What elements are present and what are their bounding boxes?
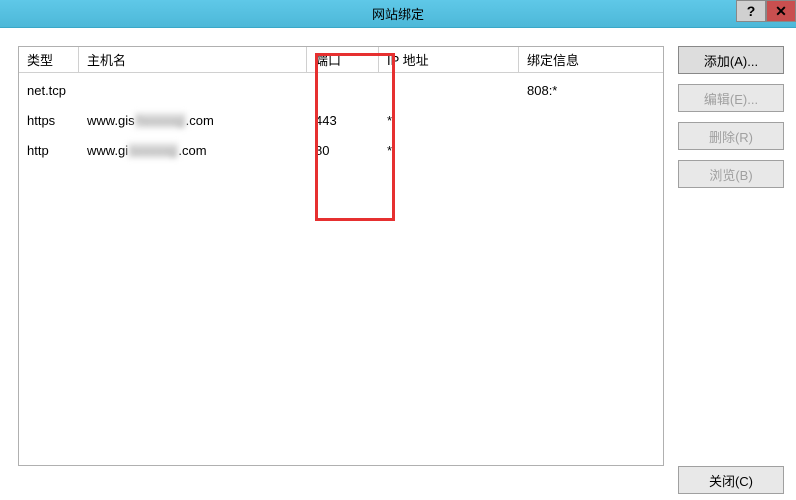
col-header-ip[interactable]: IP 地址: [379, 47, 519, 72]
titlebar: 网站绑定 ? ✕: [0, 0, 796, 28]
table-header: 类型 主机名 端口 IP 地址 绑定信息: [19, 47, 663, 73]
cell-host: www.gisxxxxxg.com: [79, 139, 307, 162]
add-button[interactable]: 添加(A)...: [678, 46, 784, 74]
dialog-title: 网站绑定: [372, 4, 424, 23]
cell-ip: *: [379, 139, 519, 162]
host-redacted: hxxxxxg: [135, 113, 186, 128]
col-header-host[interactable]: 主机名: [79, 47, 307, 72]
close-button[interactable]: 关闭(C): [678, 466, 784, 494]
cell-port: [307, 86, 379, 94]
browse-button: 浏览(B): [678, 160, 784, 188]
cell-port: 443: [307, 109, 379, 132]
dialog-body: 类型 主机名 端口 IP 地址 绑定信息 net.tcp 808:* https…: [0, 28, 796, 500]
host-suffix: .com: [186, 113, 214, 128]
cell-type: http: [19, 139, 79, 162]
cell-bind: [519, 146, 663, 154]
button-panel: 添加(A)... 编辑(E)... 删除(R) 浏览(B): [678, 46, 784, 492]
cell-bind: 808:*: [519, 79, 663, 102]
cell-ip: *: [379, 109, 519, 132]
table-body: net.tcp 808:* https www.gishxxxxxg.com 4…: [19, 73, 663, 165]
delete-button: 删除(R): [678, 122, 784, 150]
titlebar-buttons: ? ✕: [736, 0, 796, 27]
cell-bind: [519, 116, 663, 124]
cell-ip: [379, 86, 519, 94]
close-window-button[interactable]: ✕: [766, 0, 796, 22]
cell-host: www.gishxxxxxg.com: [79, 109, 307, 132]
close-button-wrap: 关闭(C): [678, 466, 784, 494]
cell-port: 80: [307, 139, 379, 162]
table-row[interactable]: https www.gishxxxxxg.com 443 *: [19, 105, 663, 135]
cell-host: [79, 86, 307, 94]
host-redacted: sxxxxxg: [128, 143, 178, 158]
cell-type: https: [19, 109, 79, 132]
col-header-type[interactable]: 类型: [19, 47, 79, 72]
host-suffix: .com: [178, 143, 206, 158]
cell-type: net.tcp: [19, 79, 79, 102]
host-prefix: www.gi: [87, 143, 128, 158]
col-header-port[interactable]: 端口: [307, 47, 379, 72]
table-row[interactable]: net.tcp 808:*: [19, 75, 663, 105]
host-prefix: www.gis: [87, 113, 135, 128]
bindings-table[interactable]: 类型 主机名 端口 IP 地址 绑定信息 net.tcp 808:* https…: [18, 46, 664, 466]
table-row[interactable]: http www.gisxxxxxg.com 80 *: [19, 135, 663, 165]
help-button[interactable]: ?: [736, 0, 766, 22]
col-header-bind[interactable]: 绑定信息: [519, 47, 663, 72]
edit-button: 编辑(E)...: [678, 84, 784, 112]
